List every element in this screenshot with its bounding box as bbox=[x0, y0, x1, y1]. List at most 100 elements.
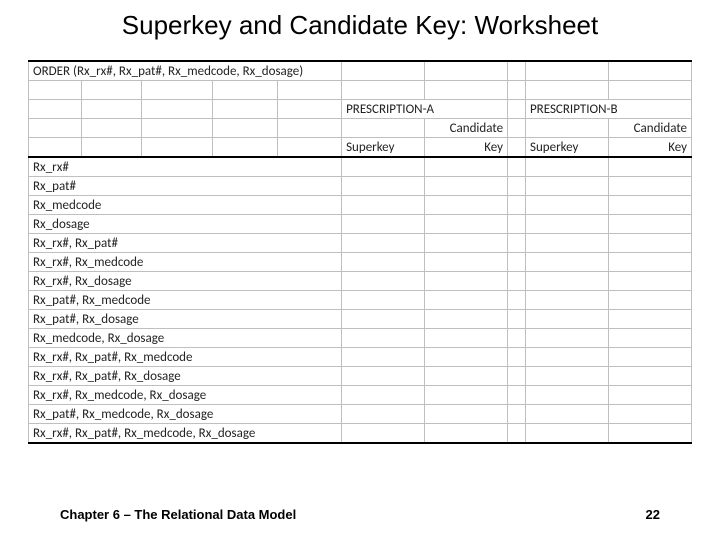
attribute-combination: Rx_pat#, Rx_medcode bbox=[29, 291, 342, 310]
answer-cell bbox=[525, 177, 608, 196]
answer-cell bbox=[342, 310, 425, 329]
gap-cell bbox=[508, 405, 526, 424]
gap-cell bbox=[508, 424, 526, 444]
answer-cell bbox=[342, 329, 425, 348]
table-row: Rx_pat#, Rx_medcode, Rx_dosage bbox=[29, 405, 692, 424]
gap-cell bbox=[508, 234, 526, 253]
prescription-a-header: PRESCRIPTION-A bbox=[342, 100, 508, 119]
answer-cell bbox=[342, 177, 425, 196]
answer-cell bbox=[525, 329, 608, 348]
attribute-combination: Rx_medcode bbox=[29, 196, 342, 215]
order-row: ORDER (Rx_rx#, Rx_pat#, Rx_medcode, Rx_d… bbox=[29, 61, 692, 81]
answer-cell bbox=[425, 310, 508, 329]
answer-cell bbox=[608, 367, 691, 386]
answer-cell bbox=[525, 272, 608, 291]
key-header-row-1: Candidate Candidate bbox=[29, 119, 692, 138]
answer-cell bbox=[342, 424, 425, 444]
attribute-combination: Rx_rx# bbox=[29, 157, 342, 177]
attribute-combination: Rx_dosage bbox=[29, 215, 342, 234]
answer-cell bbox=[608, 272, 691, 291]
slide-title: Superkey and Candidate Key: Worksheet bbox=[0, 10, 720, 41]
answer-cell bbox=[425, 386, 508, 405]
gap-cell bbox=[508, 272, 526, 291]
attribute-combination: Rx_rx#, Rx_dosage bbox=[29, 272, 342, 291]
gap-cell bbox=[508, 291, 526, 310]
answer-cell bbox=[342, 348, 425, 367]
answer-cell bbox=[425, 424, 508, 444]
table-row: Rx_rx#, Rx_pat# bbox=[29, 234, 692, 253]
answer-cell bbox=[608, 177, 691, 196]
answer-cell bbox=[608, 424, 691, 444]
answer-cell bbox=[525, 424, 608, 444]
answer-cell bbox=[425, 272, 508, 291]
answer-cell bbox=[425, 291, 508, 310]
answer-cell bbox=[608, 291, 691, 310]
answer-cell bbox=[608, 386, 691, 405]
superkey-a-header: Superkey bbox=[342, 138, 425, 158]
spacer-row bbox=[29, 81, 692, 100]
gap-cell bbox=[508, 177, 526, 196]
answer-cell bbox=[342, 272, 425, 291]
table-row: Rx_pat#, Rx_medcode bbox=[29, 291, 692, 310]
table-row: Rx_medcode, Rx_dosage bbox=[29, 329, 692, 348]
answer-cell bbox=[525, 405, 608, 424]
table-row: Rx_rx# bbox=[29, 157, 692, 177]
attribute-combination: Rx_medcode, Rx_dosage bbox=[29, 329, 342, 348]
answer-cell bbox=[608, 196, 691, 215]
candidate-a-bot: Key bbox=[425, 138, 508, 158]
answer-cell bbox=[342, 215, 425, 234]
attribute-combination: Rx_rx#, Rx_pat#, Rx_medcode bbox=[29, 348, 342, 367]
answer-cell bbox=[525, 253, 608, 272]
superkey-b-header: Superkey bbox=[525, 138, 608, 158]
gap-cell bbox=[508, 196, 526, 215]
answer-cell bbox=[608, 234, 691, 253]
gap-cell bbox=[508, 215, 526, 234]
key-header-row-2: Superkey Key Superkey Key bbox=[29, 138, 692, 158]
answer-cell bbox=[525, 157, 608, 177]
answer-cell bbox=[425, 348, 508, 367]
table-row: Rx_rx#, Rx_dosage bbox=[29, 272, 692, 291]
answer-cell bbox=[525, 215, 608, 234]
candidate-a-top: Candidate bbox=[425, 119, 508, 138]
gap-cell bbox=[508, 386, 526, 405]
candidate-b-bot: Key bbox=[608, 138, 691, 158]
answer-cell bbox=[425, 234, 508, 253]
attribute-combination: Rx_pat# bbox=[29, 177, 342, 196]
attribute-combination: Rx_rx#, Rx_medcode bbox=[29, 253, 342, 272]
answer-cell bbox=[525, 367, 608, 386]
table-row: Rx_pat#, Rx_dosage bbox=[29, 310, 692, 329]
answer-cell bbox=[608, 310, 691, 329]
answer-cell bbox=[342, 253, 425, 272]
answer-cell bbox=[342, 234, 425, 253]
table-row: Rx_medcode bbox=[29, 196, 692, 215]
order-definition: ORDER (Rx_rx#, Rx_pat#, Rx_medcode, Rx_d… bbox=[29, 61, 342, 81]
answer-cell bbox=[525, 310, 608, 329]
answer-cell bbox=[608, 253, 691, 272]
gap-cell bbox=[508, 367, 526, 386]
answer-cell bbox=[425, 253, 508, 272]
attribute-combination: Rx_rx#, Rx_pat#, Rx_dosage bbox=[29, 367, 342, 386]
table-row: Rx_rx#, Rx_medcode bbox=[29, 253, 692, 272]
answer-cell bbox=[342, 386, 425, 405]
answer-cell bbox=[608, 405, 691, 424]
answer-cell bbox=[342, 196, 425, 215]
answer-cell bbox=[525, 386, 608, 405]
prescription-header-row: PRESCRIPTION-A PRESCRIPTION-B bbox=[29, 100, 692, 119]
footer-chapter: Chapter 6 – The Relational Data Model bbox=[60, 507, 296, 522]
worksheet-table: ORDER (Rx_rx#, Rx_pat#, Rx_medcode, Rx_d… bbox=[28, 60, 692, 444]
answer-cell bbox=[525, 234, 608, 253]
attribute-combination: Rx_pat#, Rx_medcode, Rx_dosage bbox=[29, 405, 342, 424]
answer-cell bbox=[425, 177, 508, 196]
footer-page-number: 22 bbox=[646, 507, 660, 522]
answer-cell bbox=[608, 215, 691, 234]
gap-cell bbox=[508, 157, 526, 177]
table-row: Rx_rx#, Rx_pat#, Rx_medcode, Rx_dosage bbox=[29, 424, 692, 444]
attribute-combination: Rx_rx#, Rx_pat#, Rx_medcode, Rx_dosage bbox=[29, 424, 342, 444]
answer-cell bbox=[425, 215, 508, 234]
table-row: Rx_pat# bbox=[29, 177, 692, 196]
answer-cell bbox=[425, 329, 508, 348]
answer-cell bbox=[342, 405, 425, 424]
answer-cell bbox=[608, 348, 691, 367]
attribute-combination: Rx_pat#, Rx_dosage bbox=[29, 310, 342, 329]
answer-cell bbox=[425, 367, 508, 386]
